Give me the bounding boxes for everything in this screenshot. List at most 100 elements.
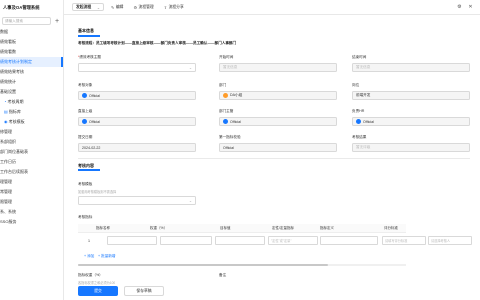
sidebar-item[interactable]: 部门岗位基础表 xyxy=(0,147,63,157)
sidebar-item-label: 考核周期 xyxy=(7,99,24,104)
sidebar-search-input[interactable]: 请输入搜索 xyxy=(2,17,51,25)
section-accent-line xyxy=(78,35,100,37)
post-label: 岗位 xyxy=(352,83,360,87)
manager-value: Official xyxy=(230,119,241,124)
flow-manage-button[interactable]: ⚙ 流程管理 xyxy=(130,5,156,10)
save-draft-button[interactable]: 保存草稿 xyxy=(124,286,164,296)
batch-add-button[interactable]: + 批量新增 xyxy=(98,254,115,259)
sidebar-item-active[interactable]: 绩效考核计划制定 xyxy=(0,57,63,67)
sidebar-item-label: 理管理 xyxy=(0,179,12,184)
indicator-definition-input[interactable] xyxy=(320,236,378,245)
sidebar-item[interactable]: 系部组织 xyxy=(0,137,63,147)
row-number: 1 xyxy=(88,239,90,243)
sidebar-item[interactable]: 绩效看板 xyxy=(0,37,63,47)
sidebar-item-label: 指标库 xyxy=(8,109,21,114)
table-scrollbar[interactable] xyxy=(78,264,406,266)
column-header: 指标名称 xyxy=(96,226,110,230)
dept-value: DA小组 xyxy=(230,93,243,97)
weight-total-hint: 各指标权重之和必须为100 xyxy=(78,281,116,285)
sidebar-item[interactable]: 工作台后续报表 xyxy=(0,167,63,177)
main-content: 基本信息 考核流程：员工填写考核计划——直接上级审核——部门负责人审核——员工确… xyxy=(64,15,480,300)
start-label: 开始时间 xyxy=(219,55,234,59)
target-value: Official xyxy=(89,93,100,98)
dept-field[interactable]: DA小组 xyxy=(219,91,337,100)
edit-button[interactable]: ✎ 编辑 xyxy=(108,5,126,10)
sidebar-item[interactable]: 绩效看数 xyxy=(0,47,63,57)
submit-button[interactable]: 提交 xyxy=(78,286,118,296)
section-title-basic: 基本信息 xyxy=(78,28,94,33)
add-row-button[interactable]: + 添加 xyxy=(84,254,94,259)
result-field[interactable]: 暂无评级 xyxy=(352,143,470,152)
share-button[interactable]: ⇪ 流程分享 xyxy=(161,5,187,10)
target-field[interactable]: Official xyxy=(78,91,196,100)
sidebar-item[interactable]: 理管理 xyxy=(0,177,63,187)
column-header: 评分标准 xyxy=(384,226,398,230)
settings-icon[interactable]: ⚙ xyxy=(456,4,463,11)
template-label: 考核模板 xyxy=(78,182,93,186)
sidebar-item-label: 修管理 xyxy=(0,129,12,134)
template-select[interactable]: ⌄ xyxy=(78,196,196,205)
sidebar-item-label: 基础设置 xyxy=(0,89,16,94)
table-header xyxy=(78,224,406,233)
sidebar-item-label: SSO服务 xyxy=(0,219,17,224)
submit-date-field[interactable]: 2024-02-22 xyxy=(78,143,196,152)
window-controls: ⚙ ✕ xyxy=(456,4,480,11)
section-accent-line xyxy=(78,169,100,171)
post-field[interactable]: 前端开发 xyxy=(352,91,470,100)
library-icon: ▤ xyxy=(4,109,8,114)
sidebar-item[interactable]: 限管理 xyxy=(0,197,63,207)
submit-date-label: 提交日期 xyxy=(78,135,93,139)
sidebar-search-row: 请输入搜索 + xyxy=(0,15,63,27)
user-avatar-icon xyxy=(82,93,87,98)
close-icon[interactable]: ✕ xyxy=(467,4,474,11)
manager-label: 部门主管 xyxy=(219,109,234,113)
check-field[interactable]: Official xyxy=(219,143,337,152)
sidebar-item[interactable]: 常管理 xyxy=(0,187,63,197)
hr-label: 负责HR xyxy=(352,109,365,113)
mode-select-value: 发起流程 xyxy=(76,4,92,9)
sidebar-item[interactable]: 数据 xyxy=(0,27,63,37)
target-value-input[interactable] xyxy=(215,236,265,245)
indicator-type-input[interactable]: "定性"或"定量" xyxy=(268,236,318,245)
chevron-down-icon: ⌄ xyxy=(188,65,192,70)
sidebar-item[interactable]: 修管理 xyxy=(0,127,63,137)
score-standard-input[interactable]: 请填写评分标准 xyxy=(382,236,426,245)
mode-select[interactable]: 发起流程 ⌄ xyxy=(72,3,104,11)
theme-select[interactable]: ⌄ xyxy=(78,63,196,72)
leader-field[interactable]: Official xyxy=(78,117,196,126)
scrollbar-thumb[interactable] xyxy=(78,264,328,266)
weight-total-label: 指标权重（%） xyxy=(78,273,103,277)
flow-description: 考核流程：员工填写考核计划——直接上级审核——部门负责人审核——员工确认——部门… xyxy=(78,41,237,45)
assessor-select[interactable]: 请选择考核人 xyxy=(428,236,472,245)
indicator-name-input[interactable] xyxy=(107,236,157,245)
sidebar-item[interactable]: 基础设置 xyxy=(0,87,63,97)
column-header: 权重（%） xyxy=(150,226,168,230)
weight-input[interactable] xyxy=(160,236,212,245)
sidebar-item[interactable]: 绩效结果考核 xyxy=(0,67,63,77)
user-avatar-icon xyxy=(223,119,228,124)
sidebar-item[interactable]: ◉ 考核模板 xyxy=(0,117,63,127)
sidebar-item[interactable]: ◔ 考核周期 xyxy=(0,97,63,107)
sidebar-item-label: 部门岗位基础表 xyxy=(0,149,28,154)
theme-label: *绩效考核主题 xyxy=(78,55,101,60)
sidebar-item-label: 绩效统计 xyxy=(0,79,16,84)
app-title: 人事及OA管理系统 xyxy=(3,4,40,10)
start-time-field[interactable]: 暂无信息 xyxy=(219,63,337,72)
sidebar-item[interactable]: SSO服务 xyxy=(0,217,63,227)
sidebar-item[interactable]: 工作日历 xyxy=(0,157,63,167)
sidebar-item[interactable]: 绩效统计 xyxy=(0,77,63,87)
column-header: 指标定义 xyxy=(320,226,334,230)
top-toolbar: 发起流程 ⌄ ✎ 编辑 ⚙ 流程管理 ⇪ 流程分享 ⚙ ✕ xyxy=(64,0,480,15)
end-time-field[interactable]: 暂无信息 xyxy=(352,63,470,72)
sidebar-item[interactable]: ▤ 指标库 xyxy=(0,107,63,117)
column-header: 定性/定量指标 xyxy=(272,226,294,230)
add-icon[interactable]: + xyxy=(53,17,61,25)
hr-field[interactable]: Official xyxy=(352,117,470,126)
sidebar-item-label: 工作台后续报表 xyxy=(0,169,28,174)
manager-field[interactable]: Official xyxy=(219,117,337,126)
end-label: 结束时间 xyxy=(352,55,367,59)
section-divider xyxy=(78,158,470,159)
cycle-icon: ◔ xyxy=(4,99,7,104)
sidebar-item[interactable]: 系、系统 xyxy=(0,207,63,217)
flow-icon: ⚙ xyxy=(133,4,138,10)
